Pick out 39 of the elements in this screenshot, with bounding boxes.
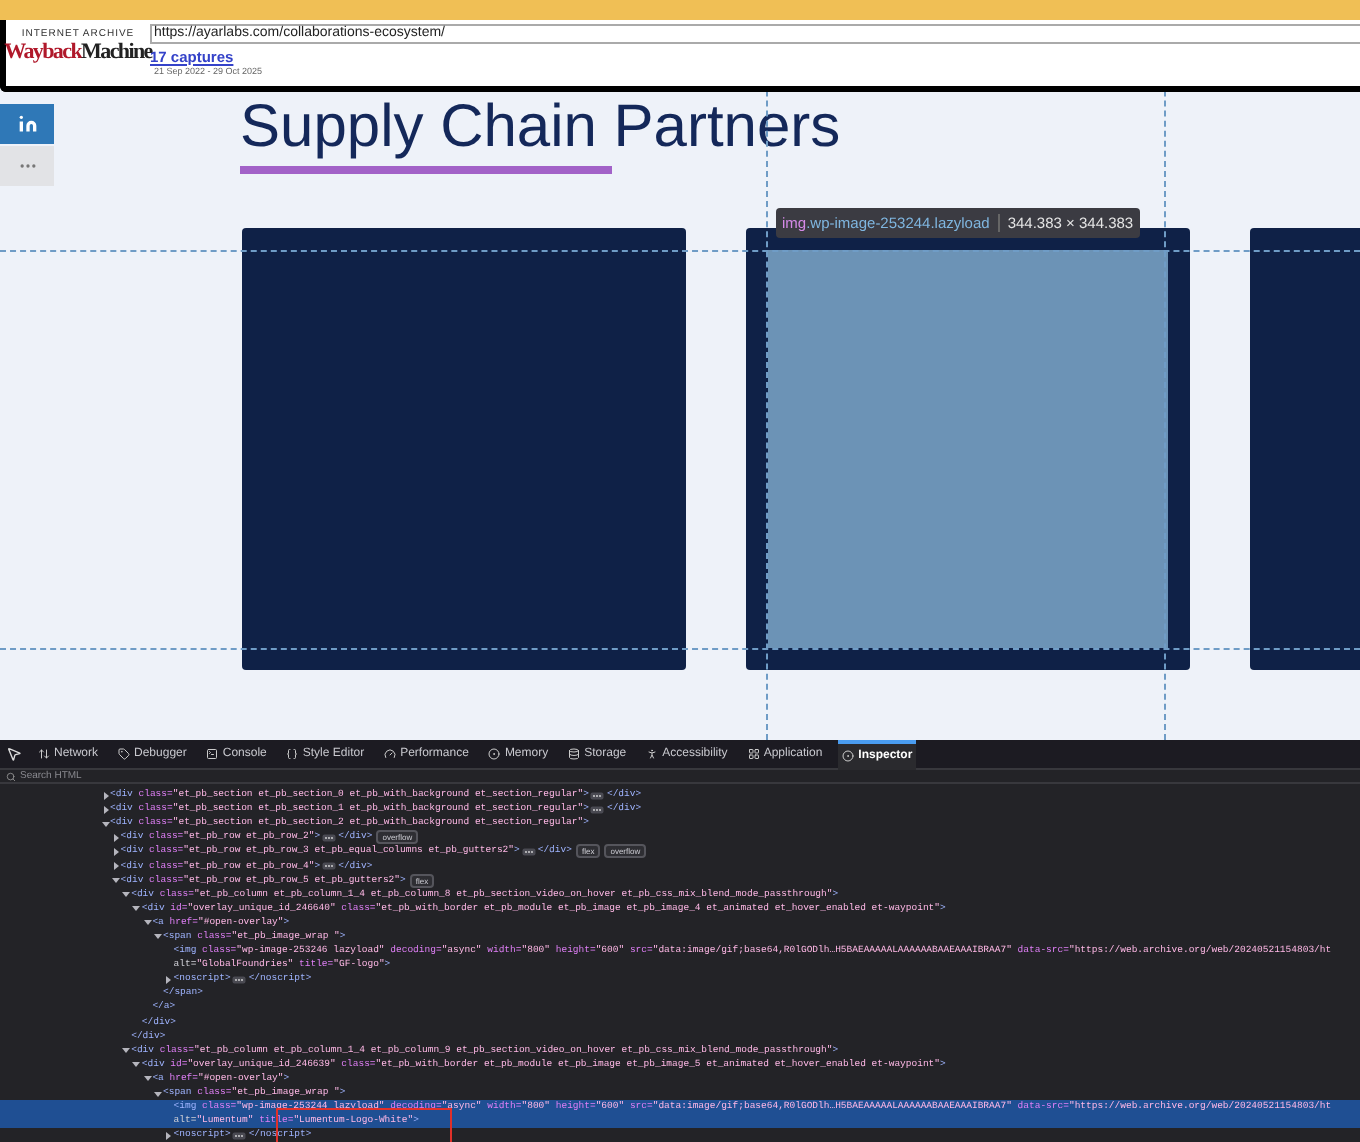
collapsed-arrow-icon[interactable] xyxy=(111,847,120,856)
person-icon xyxy=(646,748,659,760)
collapsed-arrow-icon[interactable] xyxy=(111,833,120,842)
terminal-icon xyxy=(206,748,219,760)
arrows-icon xyxy=(38,748,50,760)
expanded-arrow-icon[interactable] xyxy=(154,932,162,941)
gauge-icon xyxy=(384,748,397,760)
ellipsis-icon[interactable] xyxy=(322,862,337,871)
expanded-arrow-icon[interactable] xyxy=(143,918,152,927)
circle-icon xyxy=(842,750,855,762)
ellipsis-icon[interactable] xyxy=(590,805,605,814)
expanded-arrow-icon[interactable] xyxy=(122,1046,131,1055)
collapsed-arrow-icon[interactable] xyxy=(111,862,120,871)
collapsed-arrow-icon[interactable] xyxy=(164,1131,173,1140)
ellipsis-icon[interactable] xyxy=(590,791,605,800)
collapsed-arrow-icon[interactable] xyxy=(101,791,109,800)
expanded-arrow-icon[interactable] xyxy=(132,1060,141,1069)
braces-icon xyxy=(286,748,299,760)
linkedin-button[interactable] xyxy=(0,104,54,144)
circle-icon xyxy=(488,748,501,760)
grid-icon xyxy=(747,748,760,760)
ellipsis-icon[interactable] xyxy=(521,847,536,856)
tag-icon xyxy=(118,748,131,760)
expanded-arrow-icon[interactable] xyxy=(122,890,131,899)
ellipsis-icon[interactable] xyxy=(322,833,337,842)
expanded-arrow-icon[interactable] xyxy=(154,1089,162,1098)
element-picker-icon[interactable] xyxy=(6,746,22,762)
page-title: Supply Chain Partners xyxy=(240,98,843,158)
expanded-arrow-icon[interactable] xyxy=(143,1074,152,1083)
database-icon xyxy=(568,748,581,760)
collapsed-arrow-icon[interactable] xyxy=(101,805,109,814)
linkedin-icon xyxy=(17,114,37,134)
ellipsis-icon[interactable] xyxy=(232,975,247,984)
expanded-arrow-icon[interactable] xyxy=(101,819,109,828)
search-icon xyxy=(6,771,16,781)
expanded-arrow-icon[interactable] xyxy=(111,876,120,885)
collapsed-arrow-icon[interactable] xyxy=(164,975,173,984)
ellipsis-icon[interactable] xyxy=(232,1131,247,1140)
expanded-arrow-icon[interactable] xyxy=(132,904,141,913)
